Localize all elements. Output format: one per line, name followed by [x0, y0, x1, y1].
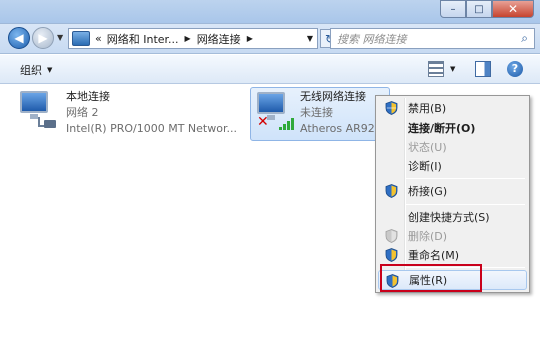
preview-pane-icon[interactable] [475, 61, 491, 77]
menu-item-label: 连接/断开(O) [408, 122, 476, 135]
menu-item-label: 禁用(B) [408, 102, 447, 115]
change-view-icon[interactable] [428, 61, 444, 77]
menu-item-diagnose[interactable]: 诊断(I) [378, 156, 527, 176]
breadcrumb-separator-icon[interactable]: ▶ [185, 34, 191, 43]
breadcrumb-separator-icon[interactable]: ▶ [247, 34, 253, 43]
adapter-wireless-connection[interactable]: ✕ 无线网络连接 未连接 Atheros AR9271 [250, 87, 390, 141]
search-input[interactable]: 搜索 网络连接 ⌕ [330, 28, 535, 49]
menu-item-disable[interactable]: 禁用(B) [378, 98, 527, 118]
menu-item-rename[interactable]: 重命名(M) [378, 245, 527, 265]
wired-network-adapter-icon [18, 89, 58, 129]
navigation-bar: ◀ ▶ ▼ « 网络和 Inter... ▶ 网络连接 ▶ ▼ ↻ 搜索 网络连… [0, 24, 540, 54]
adapter-name: 本地连接 [66, 90, 110, 103]
minimize-button[interactable]: – [440, 0, 466, 18]
menu-item-label: 诊断(I) [408, 160, 442, 173]
breadcrumb-overflow[interactable]: « [95, 32, 102, 45]
recent-pages-dropdown[interactable]: ▼ [57, 33, 63, 42]
disconnected-x-icon: ✕ [257, 114, 269, 130]
command-bar: 组织 ▼ ▼ ? [0, 55, 540, 84]
back-button[interactable]: ◀ [8, 27, 30, 49]
organize-label: 组织 [20, 64, 42, 77]
window-controls: – □ ✕ [440, 0, 534, 20]
adapter-local-area-connection[interactable]: 本地连接 网络 2 Intel(R) PRO/1000 MT Networ... [18, 89, 238, 141]
view-options-dropdown-icon[interactable]: ▼ [450, 65, 466, 81]
menu-item-label: 重命名(M) [408, 249, 460, 262]
breadcrumb-network-connections[interactable]: 网络连接 [197, 31, 241, 47]
menu-item-label: 创建快捷方式(S) [408, 211, 490, 224]
menu-item-label: 删除(D) [408, 230, 448, 243]
menu-separator [406, 204, 525, 205]
menu-separator [406, 178, 525, 179]
uac-shield-icon [385, 184, 398, 198]
help-icon[interactable]: ? [507, 61, 523, 77]
title-bar: – □ ✕ [0, 0, 540, 24]
organize-menu-button[interactable]: 组织 ▼ [20, 62, 52, 78]
chevron-down-icon: ▼ [47, 66, 53, 74]
menu-item-label: 状态(U) [408, 141, 447, 154]
maximize-button[interactable]: □ [466, 0, 492, 18]
address-bar[interactable]: « 网络和 Inter... ▶ 网络连接 ▶ ▼ [68, 28, 318, 49]
menu-item-delete[interactable]: 删除(D) [378, 226, 527, 246]
search-icon[interactable]: ⌕ [521, 31, 528, 46]
menu-item-label: 桥接(G) [408, 185, 448, 198]
uac-shield-icon [385, 101, 398, 115]
breadcrumb-network-internet[interactable]: 网络和 Inter... [107, 31, 179, 47]
wireless-network-adapter-icon: ✕ [255, 90, 295, 130]
menu-item-status[interactable]: 状态(U) [378, 137, 527, 157]
adapter-status: 网络 2 [66, 106, 99, 119]
menu-item-bridge[interactable]: 桥接(G) [378, 181, 527, 201]
uac-shield-icon [385, 248, 398, 262]
annotation-highlight-box [380, 264, 482, 292]
forward-button[interactable]: ▶ [32, 27, 54, 49]
uac-shield-icon [385, 229, 398, 243]
signal-bars-icon [279, 116, 295, 130]
address-dropdown-icon[interactable]: ▼ [307, 34, 313, 43]
menu-item-create-shortcut[interactable]: 创建快捷方式(S) [378, 207, 527, 227]
network-folder-icon [72, 31, 90, 46]
search-placeholder: 搜索 网络连接 [337, 32, 407, 46]
close-button[interactable]: ✕ [492, 0, 534, 18]
adapter-device: Intel(R) PRO/1000 MT Networ... [66, 122, 237, 135]
menu-item-connect-disconnect[interactable]: 连接/断开(O) [378, 118, 527, 138]
